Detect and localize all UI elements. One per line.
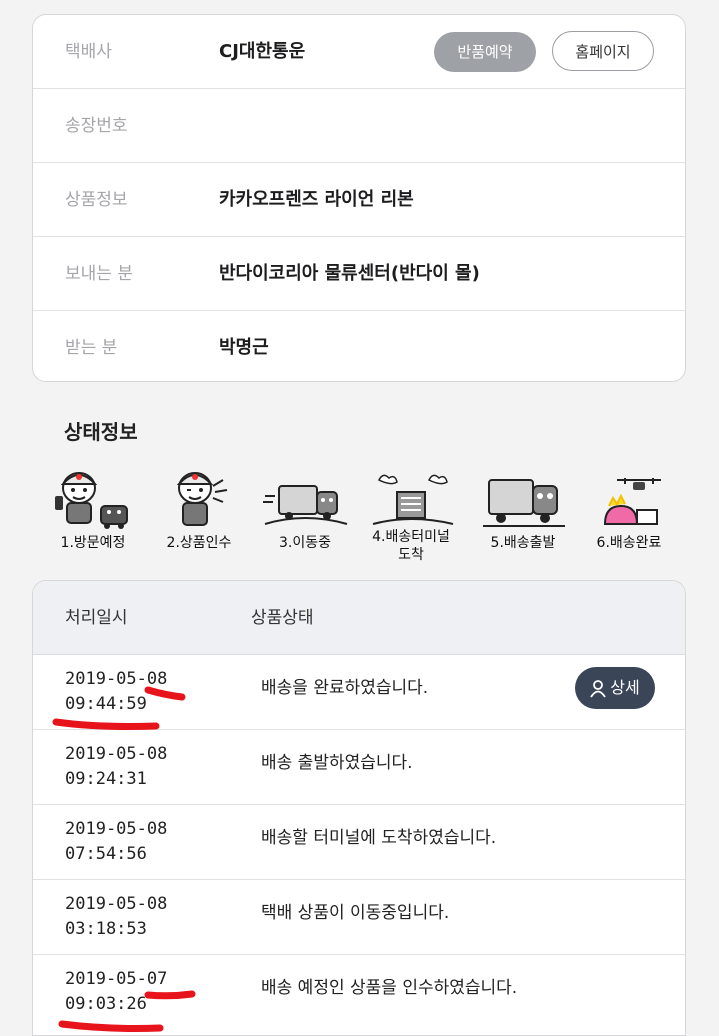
row-date: 2019-05-08 bbox=[65, 669, 168, 689]
table-row: 2019-05-08 09:24:31 배송 출발하였습니다. bbox=[33, 730, 685, 805]
courier-phone-icon bbox=[55, 472, 128, 529]
row-status: 배송 출발하였습니다. bbox=[261, 753, 413, 773]
step-label: 5.배송출발 bbox=[490, 535, 556, 551]
step-label: 4.배송터미널 도착 bbox=[358, 528, 464, 564]
row-datetime: 2019-05-07 09:03:26 bbox=[65, 967, 167, 1017]
status-section-title: 상태정보 bbox=[64, 420, 138, 444]
product-label: 상품정보 bbox=[65, 190, 128, 210]
receiver-row: 받는 분 박명근 bbox=[33, 311, 685, 385]
step-terminal-arrival: 4.배송터미널 도착 bbox=[358, 466, 464, 574]
delivery-steps: 1.방문예정 2.상품인수 3.이동중 4.배송터미널 도착 5.배송출발 6.… bbox=[40, 466, 680, 574]
row-time: 09:03:26 bbox=[65, 994, 147, 1014]
courier-label: 택배사 bbox=[65, 42, 112, 62]
row-date: 2019-05-08 bbox=[65, 894, 168, 914]
row-status: 택배 상품이 이동중입니다. bbox=[261, 903, 450, 923]
row-status: 배송할 터미널에 도착하였습니다. bbox=[261, 828, 497, 848]
step-label-line1: 4.배송터미널 bbox=[372, 529, 450, 545]
detail-button[interactable]: 상세 bbox=[575, 667, 655, 709]
step-label: 3.이동중 bbox=[279, 535, 331, 551]
sender-row: 보내는 분 반다이코리아 물류센터(반다이 몰) bbox=[33, 237, 685, 311]
table-row: 2019-05-08 03:18:53 택배 상품이 이동중입니다. bbox=[33, 880, 685, 955]
courier-value: CJ대한통운 bbox=[219, 41, 306, 62]
terminal-building-icon bbox=[372, 474, 454, 525]
sender-label: 보내는 분 bbox=[65, 264, 133, 284]
receiver-label: 받는 분 bbox=[65, 338, 118, 358]
truck-departure-icon bbox=[483, 479, 565, 527]
step-visit-scheduled: 1.방문예정 bbox=[40, 466, 146, 574]
step-pickup: 2.상품인수 bbox=[146, 466, 252, 574]
shipment-info-card: 택배사 CJ대한통운 반품예약 홈페이지 송장번호 상품정보 카카오프렌즈 라이… bbox=[32, 14, 686, 382]
truck-moving-icon bbox=[263, 485, 348, 525]
sender-value: 반다이코리아 물류센터(반다이 몰) bbox=[219, 263, 480, 284]
row-time: 09:44:59 bbox=[65, 694, 147, 714]
row-time: 09:24:31 bbox=[65, 769, 147, 789]
courier-pickup-icon bbox=[176, 472, 228, 526]
row-time: 07:54:56 bbox=[65, 844, 147, 864]
row-date: 2019-05-07 bbox=[65, 969, 168, 989]
person-icon bbox=[590, 679, 607, 698]
step-label: 1.방문예정 bbox=[60, 535, 126, 551]
header-product-status: 상품상태 bbox=[251, 608, 314, 628]
row-datetime: 2019-05-08 03:18:53 bbox=[65, 892, 167, 942]
row-time: 03:18:53 bbox=[65, 919, 147, 939]
homepage-button[interactable]: 홈페이지 bbox=[552, 31, 654, 71]
product-row: 상품정보 카카오프렌즈 라이언 리본 bbox=[33, 163, 685, 237]
step-label: 6.배송완료 bbox=[596, 535, 662, 551]
row-datetime: 2019-05-08 09:24:31 bbox=[65, 742, 167, 792]
row-datetime: 2019-05-08 09:44:59 bbox=[65, 667, 167, 717]
invoice-label: 송장번호 bbox=[65, 116, 128, 136]
table-row: 2019-05-07 09:03:26 배송 예정인 상품을 인수하였습니다. bbox=[33, 955, 685, 1030]
row-status: 배송을 완료하였습니다. bbox=[261, 678, 429, 698]
product-value: 카카오프렌즈 라이언 리본 bbox=[219, 189, 414, 210]
return-reservation-button[interactable]: 반품예약 bbox=[434, 32, 536, 72]
row-date: 2019-05-08 bbox=[65, 819, 168, 839]
step-delivered: 6.배송완료 bbox=[576, 466, 682, 574]
detail-button-label: 상세 bbox=[610, 678, 640, 697]
row-status: 배송 예정인 상품을 인수하였습니다. bbox=[261, 978, 518, 998]
table-header: 처리일시 상품상태 bbox=[33, 581, 685, 655]
row-date: 2019-05-08 bbox=[65, 744, 168, 764]
courier-row: 택배사 CJ대한통운 반품예약 홈페이지 bbox=[33, 15, 685, 89]
row-datetime: 2019-05-08 07:54:56 bbox=[65, 817, 167, 867]
step-in-transit: 3.이동중 bbox=[252, 466, 358, 574]
step-label: 2.상품인수 bbox=[166, 535, 232, 551]
invoice-row: 송장번호 bbox=[33, 89, 685, 163]
step-departure: 5.배송출발 bbox=[470, 466, 576, 574]
drone-delivery-icon bbox=[603, 478, 661, 525]
table-row: 2019-05-08 07:54:56 배송할 터미널에 도착하였습니다. bbox=[33, 805, 685, 880]
header-processed-time: 처리일시 bbox=[65, 608, 128, 628]
tracking-table: 처리일시 상품상태 2019-05-08 09:44:59 배송을 완료하였습니… bbox=[32, 580, 686, 1036]
table-row: 2019-05-08 09:44:59 배송을 완료하였습니다. 상세 bbox=[33, 655, 685, 730]
receiver-value: 박명근 bbox=[219, 337, 269, 358]
step-label-line2: 도착 bbox=[398, 547, 424, 563]
